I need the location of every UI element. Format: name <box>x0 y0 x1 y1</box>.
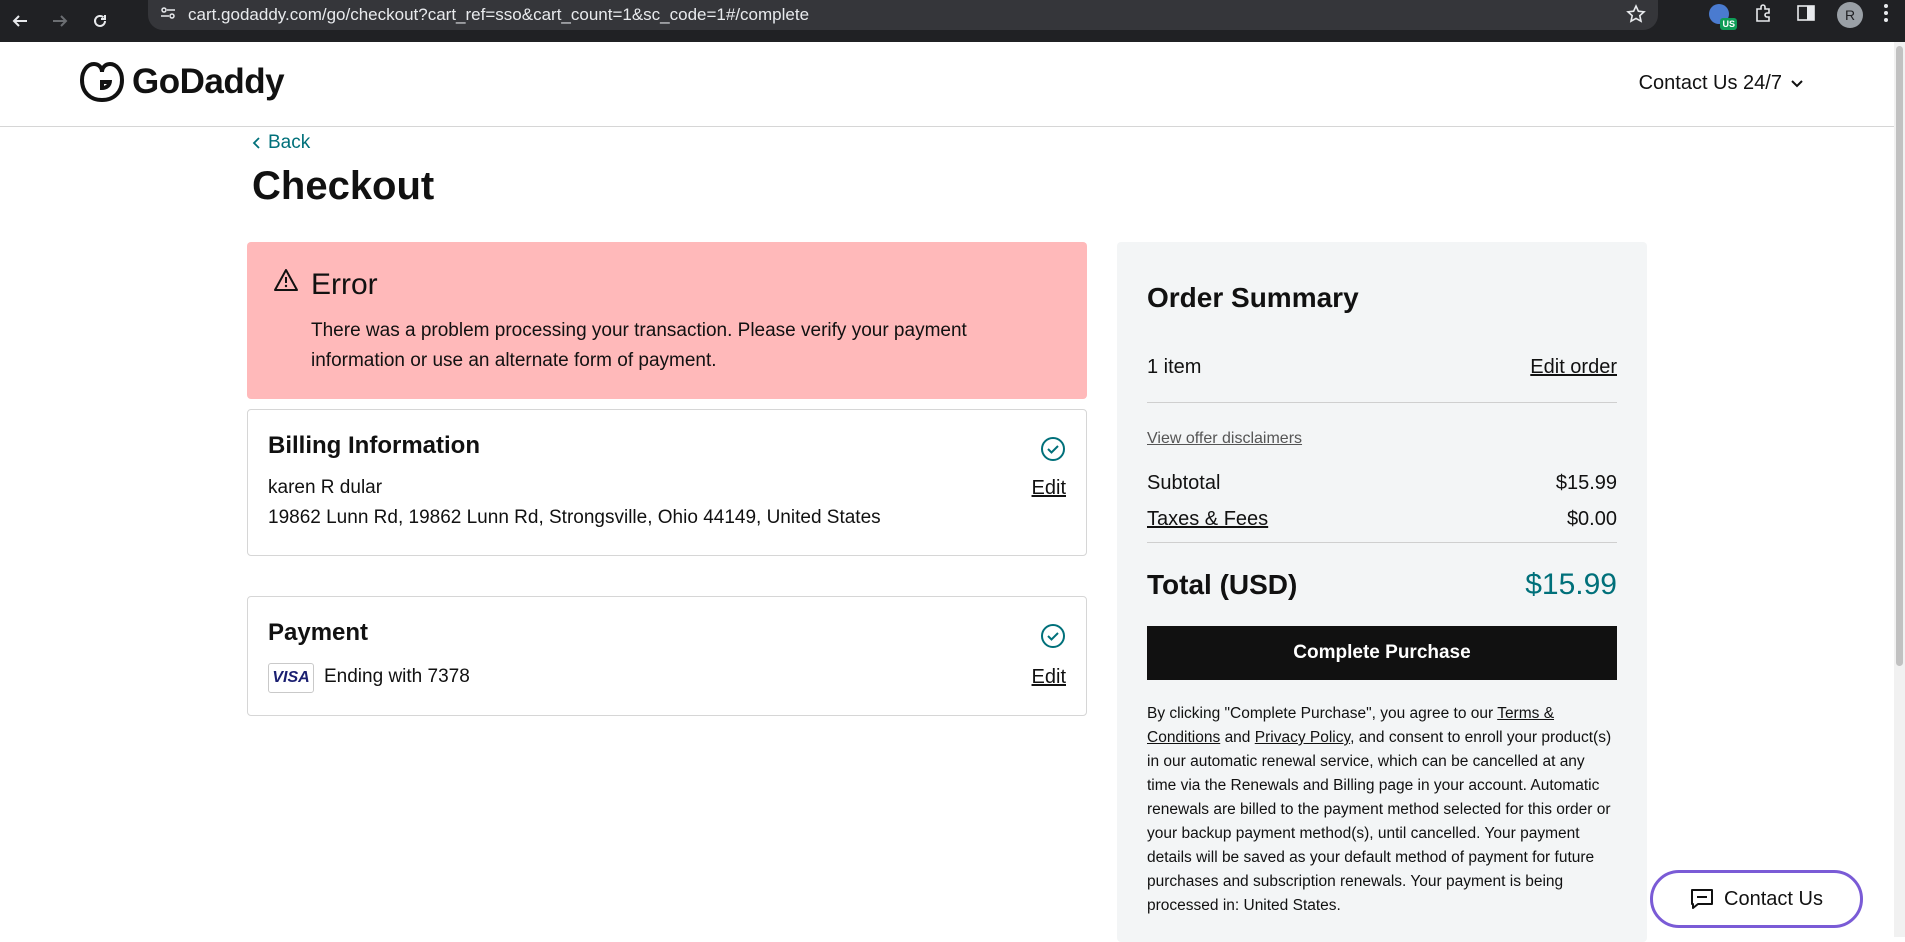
items-row: 1 item Edit order <box>1147 356 1617 379</box>
privacy-policy-link[interactable]: Privacy Policy <box>1255 729 1350 746</box>
contact-us-chat-button[interactable]: Contact Us <box>1650 870 1863 928</box>
error-title: Error <box>311 268 378 301</box>
logo-text: GoDaddy <box>132 62 285 101</box>
total-row: Total (USD) $15.99 <box>1147 568 1617 602</box>
visa-card-icon: VISA <box>268 663 314 693</box>
vpn-extension-icon[interactable]: US <box>1707 2 1737 30</box>
billing-name: karen R dular <box>268 477 383 498</box>
side-panel-icon[interactable] <box>1795 2 1817 29</box>
address-bar[interactable]: cart.godaddy.com/go/checkout?cart_ref=ss… <box>148 0 1658 30</box>
page-scrollbar[interactable] <box>1894 42 1905 937</box>
bookmark-star-icon[interactable] <box>1626 4 1646 29</box>
chat-bubble-icon <box>1691 889 1714 909</box>
chevron-down-icon <box>1791 79 1803 87</box>
godaddy-logo-icon <box>79 61 125 103</box>
back-link[interactable]: Back <box>252 132 310 154</box>
taxes-row: Taxes & Fees $0.00 <box>1147 508 1617 531</box>
view-offer-disclaimers-link[interactable]: View offer disclaimers <box>1147 430 1302 448</box>
chevron-left-icon <box>252 137 260 149</box>
total-value: $15.99 <box>1525 568 1617 601</box>
legal-intro: By clicking "Complete Purchase", you agr… <box>1147 705 1494 722</box>
check-circle-icon <box>1040 436 1066 467</box>
billing-address: 19862 Lunn Rd, 19862 Lunn Rd, Strongsvil… <box>268 507 881 528</box>
contact-us-label: Contact Us 24/7 <box>1638 72 1782 94</box>
warning-triangle-icon <box>273 268 299 297</box>
subtotal-row: Subtotal $15.99 <box>1147 472 1617 495</box>
vpn-badge: US <box>1720 18 1737 30</box>
card-ending-text: Ending with 7378 <box>324 666 470 687</box>
reload-icon[interactable] <box>80 0 120 42</box>
item-count: 1 item <box>1147 356 1202 378</box>
browser-toolbar: cart.godaddy.com/go/checkout?cart_ref=ss… <box>0 0 1905 42</box>
extensions-puzzle-icon[interactable] <box>1753 2 1775 29</box>
back-label: Back <box>268 132 311 153</box>
back-arrow-icon[interactable] <box>0 0 40 42</box>
page-title: Checkout <box>252 164 435 208</box>
check-circle-icon <box>1040 623 1066 654</box>
site-settings-icon[interactable] <box>160 5 176 26</box>
url-text: cart.godaddy.com/go/checkout?cart_ref=ss… <box>188 5 810 24</box>
legal-text: By clicking "Complete Purchase", you agr… <box>1147 702 1617 918</box>
total-label: Total (USD) <box>1147 569 1298 600</box>
order-summary-panel: Order Summary 1 item Edit order View off… <box>1117 242 1647 942</box>
error-alert: Error There was a problem processing you… <box>247 242 1087 399</box>
order-summary-title: Order Summary <box>1147 282 1359 313</box>
payment-card: Payment VISA Ending with 7378 Edit <box>247 596 1087 716</box>
contact-us-dropdown[interactable]: Contact Us 24/7 <box>1639 72 1804 95</box>
billing-edit-link[interactable]: Edit <box>1032 477 1066 500</box>
profile-avatar[interactable]: R <box>1837 2 1863 28</box>
browser-menu-icon[interactable] <box>1883 3 1889 28</box>
divider <box>1147 402 1617 403</box>
billing-title: Billing Information <box>268 432 480 459</box>
payment-title: Payment <box>268 619 369 646</box>
billing-information-card: Billing Information karen R dular 19862 … <box>247 409 1087 556</box>
scrollbar-thumb[interactable] <box>1896 46 1903 666</box>
error-message: There was a problem processing your tran… <box>311 320 967 371</box>
subtotal-value: $15.99 <box>1555 472 1617 494</box>
browser-actions: US R <box>1707 0 1905 30</box>
contact-us-chat-label: Contact Us <box>1724 887 1823 910</box>
taxes-fees-link[interactable]: Taxes & Fees <box>1147 508 1268 531</box>
site-header: GoDaddy Contact Us 24/7 <box>0 42 1894 127</box>
subtotal-label: Subtotal <box>1147 472 1221 494</box>
legal-body: , and consent to enroll your product(s) … <box>1147 729 1612 914</box>
divider <box>1147 542 1617 543</box>
legal-and: and <box>1224 729 1251 746</box>
payment-edit-link[interactable]: Edit <box>1032 666 1066 689</box>
complete-purchase-button[interactable]: Complete Purchase <box>1147 626 1617 680</box>
edit-order-link[interactable]: Edit order <box>1530 356 1617 379</box>
taxes-value: $0.00 <box>1566 508 1617 530</box>
godaddy-logo[interactable]: GoDaddy <box>78 60 285 104</box>
forward-arrow-icon[interactable] <box>40 0 80 42</box>
